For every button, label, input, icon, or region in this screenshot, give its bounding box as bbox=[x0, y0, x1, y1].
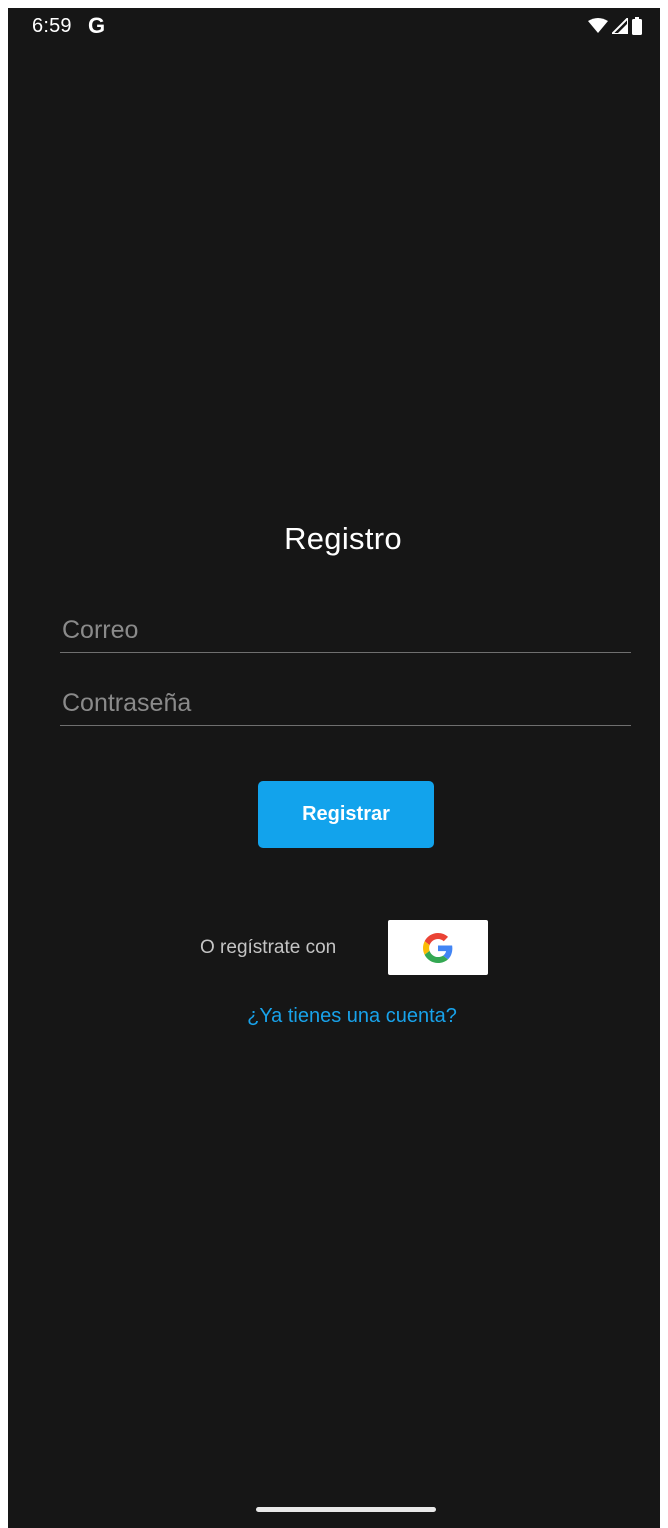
google-signin-button[interactable] bbox=[388, 920, 488, 975]
wifi-icon bbox=[588, 18, 608, 33]
home-indicator[interactable] bbox=[256, 1507, 436, 1512]
register-button[interactable]: Registrar bbox=[258, 781, 434, 848]
status-time: 6:59 bbox=[32, 15, 72, 37]
email-field[interactable] bbox=[60, 609, 631, 653]
status-icons bbox=[588, 16, 642, 36]
password-field[interactable] bbox=[60, 682, 631, 726]
google-g-icon: G bbox=[88, 13, 106, 38]
social-signup-label: O regístrate con bbox=[200, 937, 337, 958]
status-bar: 6:59 G bbox=[8, 8, 660, 42]
signal-icon bbox=[612, 18, 628, 34]
app-screen: 6:59 G Registro Registrar O regístrate c… bbox=[8, 8, 660, 1528]
battery-icon bbox=[632, 17, 642, 35]
google-logo-icon bbox=[423, 932, 453, 963]
already-have-account-link[interactable]: ¿Ya tienes una cuenta? bbox=[8, 1005, 660, 1028]
page-title: Registro bbox=[284, 521, 402, 556]
